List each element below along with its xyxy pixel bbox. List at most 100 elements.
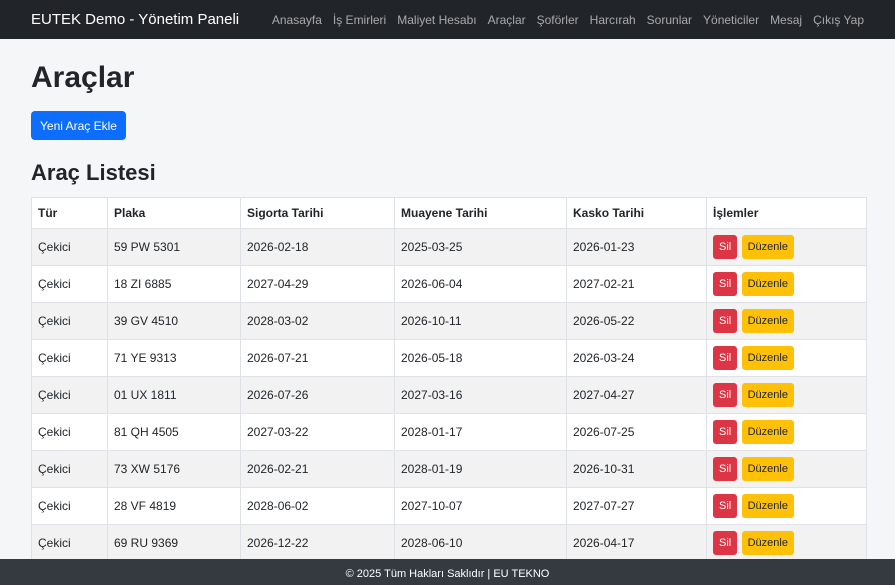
brand-title[interactable]: EUTEK Demo - Yönetim Paneli <box>31 11 239 28</box>
cell-sigorta-tarihi: 2028-03-02 <box>240 302 395 340</box>
nav-link-anasayfa[interactable]: Anasayfa <box>272 13 322 27</box>
cell-kasko-tarihi: 2027-04-27 <box>566 376 707 414</box>
cell-tur: Çekici <box>31 265 108 303</box>
cell-actions: Sil Düzenle <box>706 450 867 488</box>
edit-button[interactable]: Düzenle <box>741 420 794 444</box>
cell-actions: Sil Düzenle <box>706 339 867 377</box>
table-row: Çekici 39 GV 4510 2028-03-02 2026-10-11 2026… <box>31 302 867 340</box>
nav-link-is-emirleri[interactable]: İş Emirleri <box>333 13 386 27</box>
cell-sigorta-tarihi: 2026-12-22 <box>240 524 395 562</box>
cell-muayene-tarihi: 2028-06-10 <box>394 524 567 562</box>
cell-muayene-tarihi: 2027-03-16 <box>394 376 567 414</box>
cell-sigorta-tarihi: 2026-02-21 <box>240 450 395 488</box>
cell-sigorta-tarihi: 2027-04-29 <box>240 265 395 303</box>
add-vehicle-button[interactable]: Yeni Araç Ekle <box>31 111 126 140</box>
cell-tur: Çekici <box>31 376 108 414</box>
delete-button[interactable]: Sil <box>713 420 738 444</box>
delete-button[interactable]: Sil <box>713 309 738 333</box>
cell-muayene-tarihi: 2027-10-07 <box>394 487 567 525</box>
delete-button[interactable]: Sil <box>713 346 738 370</box>
edit-button[interactable]: Düzenle <box>741 531 794 555</box>
cell-kasko-tarihi: 2027-07-27 <box>566 487 707 525</box>
delete-button[interactable]: Sil <box>713 383 738 407</box>
column-header-plaka: Plaka <box>107 197 241 229</box>
nav-link-cikis-yap[interactable]: Çıkış Yap <box>813 13 864 27</box>
table-row: Çekici 18 ZI 6885 2027-04-29 2026-06-04 2027… <box>31 265 867 303</box>
edit-button[interactable]: Düzenle <box>741 494 794 518</box>
table-row: Çekici 71 YE 9313 2026-07-21 2026-05-18 2026… <box>31 339 867 377</box>
cell-tur: Çekici <box>31 413 108 451</box>
cell-muayene-tarihi: 2028-01-17 <box>394 413 567 451</box>
nav-link-soforler[interactable]: Şoförler <box>537 13 579 27</box>
nav-link-mesaj[interactable]: Mesaj <box>770 13 802 27</box>
cell-kasko-tarihi: 2026-01-23 <box>566 228 707 266</box>
top-navbar: EUTEK Demo - Yönetim Paneli Anasayfa İş … <box>0 0 895 39</box>
edit-button[interactable]: Düzenle <box>741 272 794 296</box>
delete-button[interactable]: Sil <box>713 457 738 481</box>
delete-button[interactable]: Sil <box>713 494 738 518</box>
cell-plaka: 18 ZI 6885 <box>107 265 241 303</box>
cell-tur: Çekici <box>31 450 108 488</box>
cell-actions: Sil Düzenle <box>706 228 867 266</box>
nav-link-araclar[interactable]: Araçlar <box>488 13 526 27</box>
cell-plaka: 81 QH 4505 <box>107 413 241 451</box>
nav-link-yoneticiler[interactable]: Yöneticiler <box>703 13 759 27</box>
cell-muayene-tarihi: 2028-01-19 <box>394 450 567 488</box>
column-header-islemler: İşlemler <box>706 197 867 229</box>
nav-link-maliyet-hesabi[interactable]: Maliyet Hesabı <box>397 13 476 27</box>
cell-muayene-tarihi: 2026-06-04 <box>394 265 567 303</box>
table-header-row: Tür Plaka Sigorta Tarihi Muayene Tarihi … <box>31 197 867 229</box>
table-body: Çekici 59 PW 5301 2026-02-18 2025-03-25 2026… <box>31 228 867 562</box>
edit-button[interactable]: Düzenle <box>741 235 794 259</box>
edit-button[interactable]: Düzenle <box>741 457 794 481</box>
cell-sigorta-tarihi: 2026-07-21 <box>240 339 395 377</box>
nav-link-harcirah[interactable]: Harcırah <box>590 13 636 27</box>
cell-muayene-tarihi: 2025-03-25 <box>394 228 567 266</box>
cell-sigorta-tarihi: 2026-02-18 <box>240 228 395 266</box>
column-header-sigorta: Sigorta Tarihi <box>240 197 395 229</box>
vehicle-table: Tür Plaka Sigorta Tarihi Muayene Tarihi … <box>31 197 867 562</box>
cell-actions: Sil Düzenle <box>706 413 867 451</box>
table-row: Çekici 28 VF 4819 2028-06-02 2027-10-07 2027… <box>31 487 867 525</box>
cell-kasko-tarihi: 2027-02-21 <box>566 265 707 303</box>
table-row: Çekici 01 UX 1811 2026-07-26 2027-03-16 2027… <box>31 376 867 414</box>
cell-actions: Sil Düzenle <box>706 376 867 414</box>
delete-button[interactable]: Sil <box>713 272 738 296</box>
table-row: Çekici 59 PW 5301 2026-02-18 2025-03-25 2026… <box>31 228 867 266</box>
column-header-kasko: Kasko Tarihi <box>566 197 707 229</box>
nav-link-sorunlar[interactable]: Sorunlar <box>647 13 692 27</box>
cell-kasko-tarihi: 2026-05-22 <box>566 302 707 340</box>
cell-kasko-tarihi: 2026-10-31 <box>566 450 707 488</box>
edit-button[interactable]: Düzenle <box>741 346 794 370</box>
cell-plaka: 01 UX 1811 <box>107 376 241 414</box>
vehicle-list-title: Araç Listesi <box>31 160 156 185</box>
cell-plaka: 39 GV 4510 <box>107 302 241 340</box>
cell-actions: Sil Düzenle <box>706 524 867 562</box>
cell-actions: Sil Düzenle <box>706 302 867 340</box>
edit-button[interactable]: Düzenle <box>741 309 794 333</box>
main-content: Araçlar Yeni Araç Ekle Araç Listesi Tür … <box>0 60 895 562</box>
cell-tur: Çekici <box>31 228 108 266</box>
cell-sigorta-tarihi: 2027-03-22 <box>240 413 395 451</box>
delete-button[interactable]: Sil <box>713 235 738 259</box>
table-row: Çekici 69 RU 9369 2026-12-22 2028-06-10 2026… <box>31 524 867 562</box>
cell-kasko-tarihi: 2026-03-24 <box>566 339 707 377</box>
cell-tur: Çekici <box>31 302 108 340</box>
cell-actions: Sil Düzenle <box>706 487 867 525</box>
cell-tur: Çekici <box>31 487 108 525</box>
cell-tur: Çekici <box>31 339 108 377</box>
cell-plaka: 69 RU 9369 <box>107 524 241 562</box>
cell-plaka: 73 XW 5176 <box>107 450 241 488</box>
cell-plaka: 59 PW 5301 <box>107 228 241 266</box>
edit-button[interactable]: Düzenle <box>741 383 794 407</box>
footer: © 2025 Tüm Hakları Saklıdır | EU TEKNO <box>0 559 895 585</box>
cell-plaka: 28 VF 4819 <box>107 487 241 525</box>
table-row: Çekici 81 QH 4505 2027-03-22 2028-01-17 2026… <box>31 413 867 451</box>
delete-button[interactable]: Sil <box>713 531 738 555</box>
cell-kasko-tarihi: 2026-04-17 <box>566 524 707 562</box>
table-row: Çekici 73 XW 5176 2026-02-21 2028-01-19 2026… <box>31 450 867 488</box>
cell-kasko-tarihi: 2026-07-25 <box>566 413 707 451</box>
cell-sigorta-tarihi: 2026-07-26 <box>240 376 395 414</box>
cell-plaka: 71 YE 9313 <box>107 339 241 377</box>
column-header-tur: Tür <box>31 197 108 229</box>
